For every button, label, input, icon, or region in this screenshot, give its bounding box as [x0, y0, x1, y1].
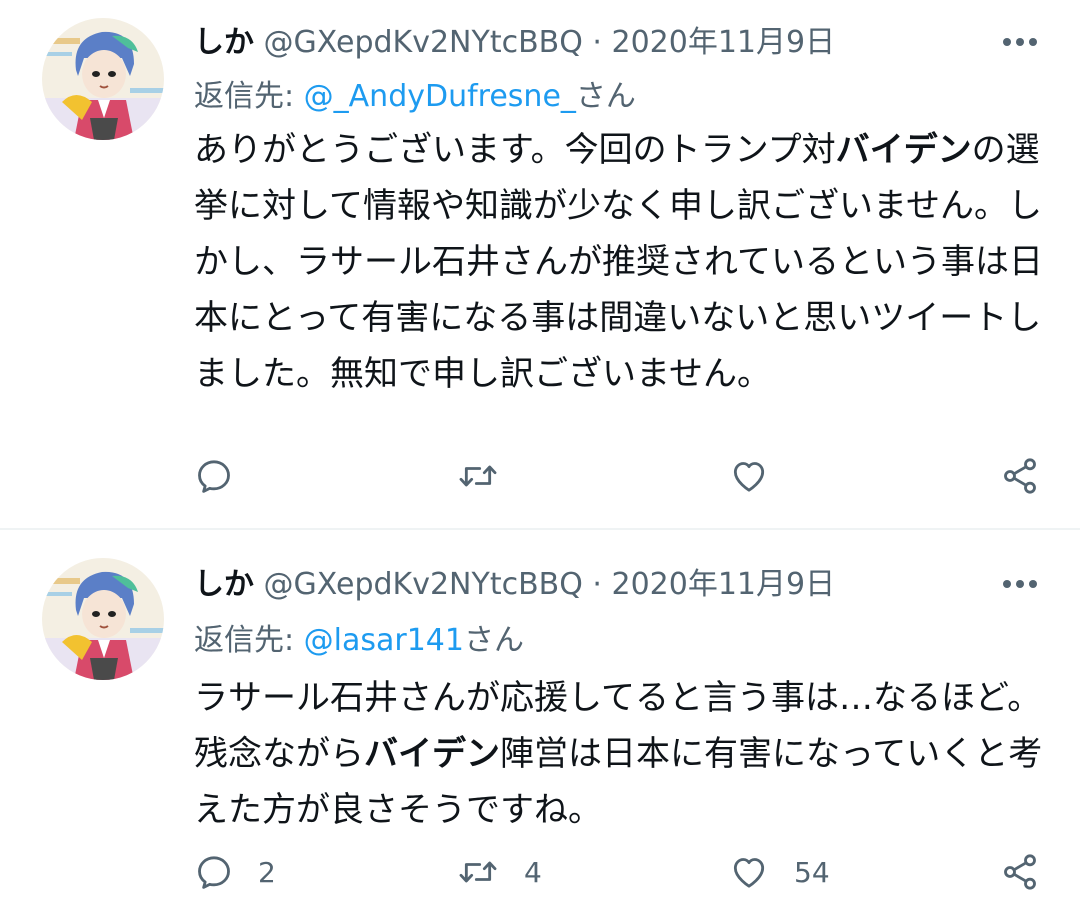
like-count: 54 — [794, 855, 830, 889]
tweet[interactable]: しか @GXepdKv2NYtcBBQ · 2020年11月9日 返信先: @_… — [0, 0, 1080, 528]
share-icon — [1004, 854, 1036, 890]
more-options-button[interactable] — [998, 22, 1042, 62]
tweet-text-segment: ありがとうございます。今回のトランプ対 — [194, 130, 836, 170]
reply-to-link[interactable]: @_AndyDufresne_ — [304, 79, 576, 114]
user-handle[interactable]: @GXepdKv2NYtcBBQ — [264, 567, 583, 602]
retweet-button[interactable]: 4 — [456, 842, 542, 902]
display-name[interactable]: しか — [194, 25, 254, 60]
tweet[interactable]: しか @GXepdKv2NYtcBBQ · 2020年11月9日 返信先: @l… — [0, 530, 1080, 924]
more-dots-icon — [1003, 38, 1037, 46]
tweet-header: しか @GXepdKv2NYtcBBQ · 2020年11月9日 — [194, 20, 835, 66]
like-button[interactable]: 54 — [728, 842, 830, 902]
reply-suffix: さん — [575, 79, 636, 114]
share-button[interactable] — [1000, 842, 1040, 902]
user-handle[interactable]: @GXepdKv2NYtcBBQ — [264, 25, 583, 60]
share-button[interactable] — [1000, 446, 1040, 506]
retweet-icon — [459, 861, 497, 883]
tweet-text: ありがとうございます。今回のトランプ対バイデンの選挙に対して情報や知識が少なく申… — [194, 122, 1049, 402]
reply-context: 返信先: @lasar141さん — [194, 618, 524, 664]
reply-prefix: 返信先: — [194, 623, 304, 658]
reply-button[interactable]: 2 — [194, 842, 276, 902]
header-separator: · — [592, 25, 602, 60]
tweet-actions — [194, 446, 1044, 506]
avatar[interactable] — [42, 558, 164, 680]
tweet-date[interactable]: 2020年11月9日 — [612, 25, 836, 60]
more-dots-icon — [1003, 580, 1037, 588]
tweet-text-bold-segment: バイデン — [835, 130, 972, 170]
heart-icon — [733, 462, 765, 492]
more-options-button[interactable] — [998, 564, 1042, 604]
header-separator: · — [592, 567, 602, 602]
retweet-button[interactable] — [456, 446, 524, 506]
reply-icon — [198, 460, 230, 493]
tweet-header: しか @GXepdKv2NYtcBBQ · 2020年11月9日 — [194, 562, 835, 608]
display-name[interactable]: しか — [194, 567, 254, 602]
tweet-date[interactable]: 2020年11月9日 — [612, 567, 836, 602]
tweet-text: ラサール石井さんが応援してると言う事は…なるほど。残念ながらバイデン陣営は日本に… — [194, 670, 1049, 838]
heart-icon — [733, 858, 765, 888]
reply-to-link[interactable]: @lasar141 — [304, 623, 464, 658]
share-icon — [1004, 458, 1036, 494]
like-button[interactable] — [728, 446, 794, 506]
reply-prefix: 返信先: — [194, 79, 304, 114]
tweet-text-bold-segment: バイデン — [364, 734, 500, 774]
avatar[interactable] — [42, 18, 164, 140]
reply-suffix: さん — [463, 623, 524, 658]
reply-context: 返信先: @_AndyDufresne_さん — [194, 74, 636, 120]
retweet-icon — [459, 465, 497, 487]
reply-count: 2 — [258, 855, 276, 889]
tweet-actions: 2 4 54 — [194, 842, 1044, 902]
reply-icon — [198, 856, 230, 889]
retweet-count: 4 — [524, 855, 542, 889]
reply-button[interactable] — [194, 446, 258, 506]
